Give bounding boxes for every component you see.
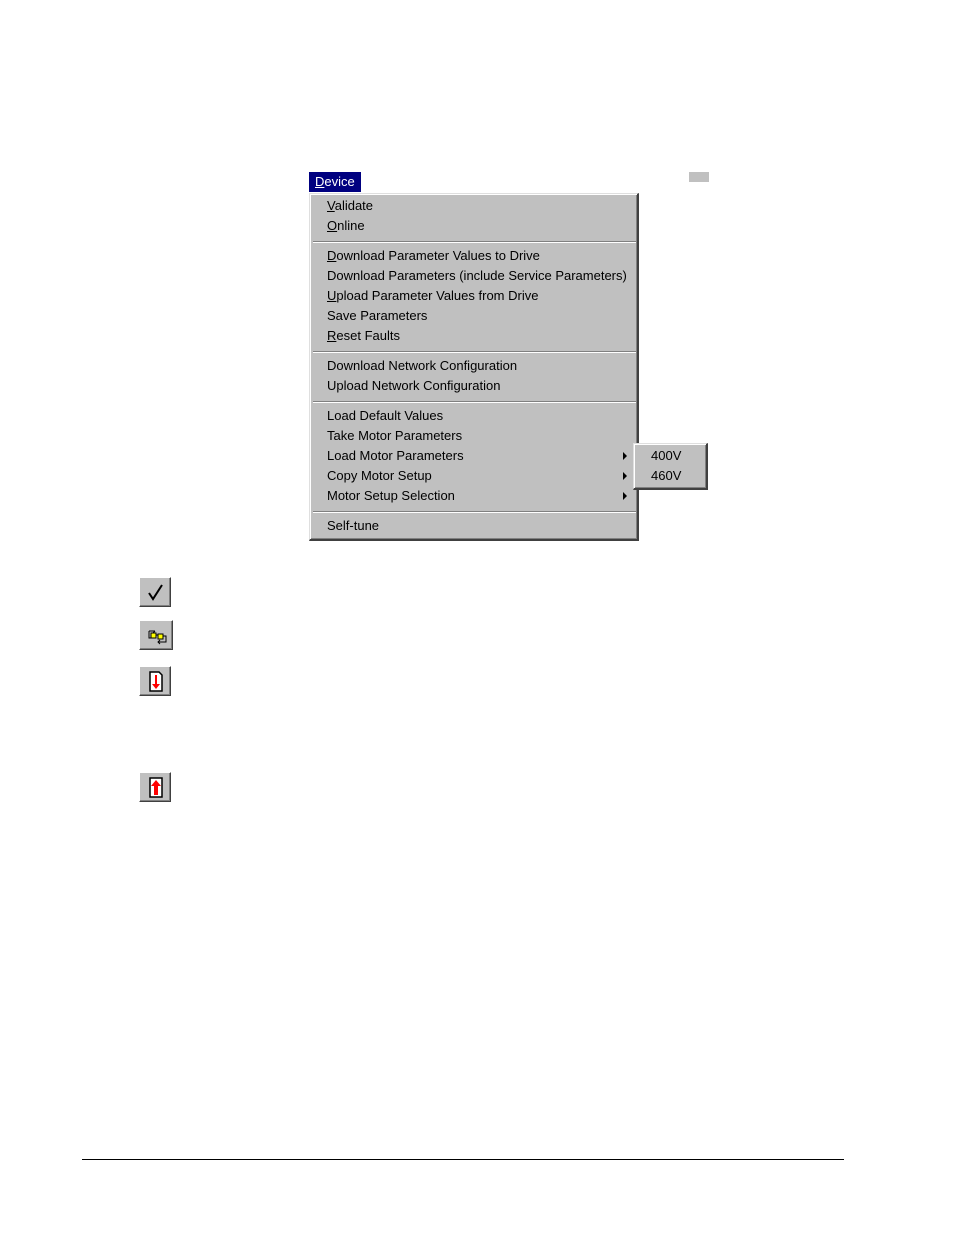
menu-item-load-motor-parameters[interactable]: Load Motor Parameters bbox=[327, 446, 632, 466]
menu-item-reset-faults[interactable]: Reset Faults bbox=[327, 326, 632, 346]
menu-item-take-motor-parameters[interactable]: Take Motor Parameters bbox=[327, 426, 632, 446]
device-menu-title-rest: evice bbox=[324, 174, 355, 189]
submenu-item-400v[interactable]: 400V bbox=[651, 446, 701, 466]
mnemonic: D bbox=[327, 248, 337, 263]
menu-separator bbox=[313, 511, 636, 513]
device-menu-mnemonic: D bbox=[315, 174, 325, 189]
submenu-item-460v[interactable]: 460V bbox=[651, 466, 701, 486]
menu-item-upload-parameter-values[interactable]: Upload Parameter Values from Drive bbox=[327, 286, 632, 306]
menu-item-label: Upload Network Configuration bbox=[327, 378, 501, 393]
menu-item-load-default-values[interactable]: Load Default Values bbox=[327, 406, 632, 426]
menu-item-label: Load Default Values bbox=[327, 408, 444, 423]
menu-item-label: Save Parameters bbox=[327, 308, 428, 323]
gray-placeholder-box bbox=[689, 172, 709, 182]
menu-item-copy-motor-setup[interactable]: Copy Motor Setup bbox=[327, 466, 632, 486]
menu-item-label: Take Motor Parameters bbox=[327, 428, 463, 443]
menu-item-label: nline bbox=[337, 218, 365, 233]
menu-item-validate[interactable]: Validate bbox=[327, 196, 632, 216]
mnemonic: V bbox=[327, 198, 335, 213]
menu-item-upload-network-config[interactable]: Upload Network Configuration bbox=[327, 376, 632, 396]
menu-item-label: pload Parameter Values from Drive bbox=[336, 288, 539, 303]
validate-checkmark-icon bbox=[148, 584, 163, 601]
menu-separator bbox=[313, 401, 636, 403]
menu-item-download-parameters-service[interactable]: Download Parameters (include Service Par… bbox=[327, 266, 632, 286]
menu-item-download-network-config[interactable]: Download Network Configuration bbox=[327, 356, 632, 376]
mnemonic: O bbox=[327, 218, 338, 233]
submenu-arrow-icon bbox=[623, 472, 627, 480]
menu-item-label: Self-tune bbox=[327, 518, 380, 533]
menu-item-save-parameters[interactable]: Save Parameters bbox=[327, 306, 632, 326]
menu-item-label: Motor Setup Selection bbox=[327, 488, 455, 503]
download-to-drive-icon bbox=[149, 671, 163, 692]
menu-item-label: alidate bbox=[334, 198, 374, 213]
submenu-item-label: 460V bbox=[651, 468, 682, 483]
menu-item-label: Download Network Configuration bbox=[327, 358, 518, 373]
footer-rule bbox=[82, 1159, 844, 1160]
submenu-item-label: 400V bbox=[651, 448, 682, 463]
mnemonic: U bbox=[327, 288, 337, 303]
submenu-arrow-icon bbox=[623, 492, 627, 500]
menu-item-download-parameter-values[interactable]: Download Parameter Values to Drive bbox=[327, 246, 632, 266]
menu-item-label: Download Parameters (include Service Par… bbox=[327, 268, 627, 283]
validate-button[interactable] bbox=[139, 577, 171, 607]
online-connection-icon bbox=[148, 630, 167, 645]
mnemonic: R bbox=[327, 328, 337, 343]
menu-item-label: eset Faults bbox=[336, 328, 400, 343]
menu-item-online[interactable]: Online bbox=[327, 216, 632, 236]
online-button[interactable] bbox=[139, 620, 173, 650]
menu-item-motor-setup-selection[interactable]: Motor Setup Selection bbox=[327, 486, 632, 506]
menu-item-label: Load Motor Parameters bbox=[327, 448, 464, 463]
download-to-drive-button[interactable] bbox=[139, 666, 171, 696]
menu-separator bbox=[313, 351, 636, 353]
device-menu-title[interactable]: Device bbox=[309, 172, 361, 192]
upload-from-drive-icon bbox=[149, 777, 163, 798]
device-dropdown-menu: Validate Online Download Parameter Value… bbox=[309, 193, 639, 541]
upload-from-drive-button[interactable] bbox=[139, 772, 171, 802]
menu-item-label: ownload Parameter Values to Drive bbox=[336, 248, 540, 263]
menu-separator bbox=[313, 241, 636, 243]
menu-item-self-tune[interactable]: Self-tune bbox=[327, 516, 632, 536]
submenu-arrow-icon bbox=[623, 452, 627, 460]
load-motor-parameters-submenu: 400V 460V bbox=[633, 443, 708, 490]
menu-item-label: Copy Motor Setup bbox=[327, 468, 432, 483]
